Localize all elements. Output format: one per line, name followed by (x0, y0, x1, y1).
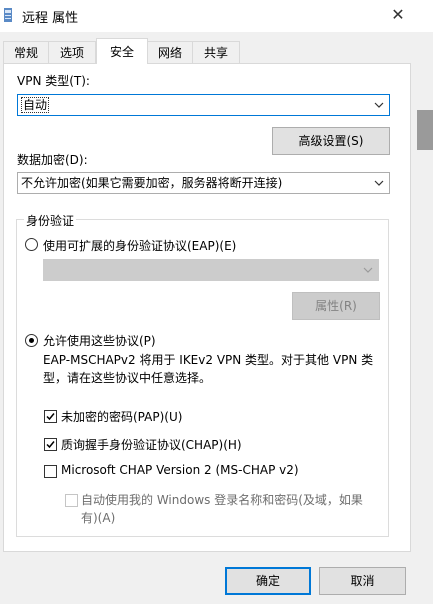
ok-button[interactable]: 确定 (225, 567, 311, 595)
allow-protocols-label[interactable]: 允许使用这些协议(P) (43, 332, 156, 349)
auto-logon-label: 自动使用我的 Windows 登录名称和密码(及域，如果有)(A) (81, 493, 363, 525)
eap-method-select (43, 259, 379, 281)
mschapv2-checkbox[interactable] (44, 465, 57, 478)
close-icon[interactable]: ✕ (388, 5, 408, 25)
tab-sharing[interactable]: 共享 (192, 41, 240, 63)
eap-radio-label[interactable]: 使用可扩展的身份验证协议(EAP)(E) (43, 237, 236, 254)
chap-checkbox[interactable] (44, 438, 57, 451)
protocols-description: EAP-MSCHAPv2 将用于 IKEv2 VPN 类型。对于其他 VPN 类… (43, 353, 374, 385)
checkmark-icon (46, 441, 55, 449)
tab-general[interactable]: 常规 (3, 41, 49, 63)
background-window-fragment (417, 110, 433, 150)
chap-label[interactable]: 质询握手身份验证协议(CHAP)(H) (61, 436, 242, 453)
network-connection-icon (4, 8, 12, 22)
encryption-label: 数据加密(D): (17, 153, 88, 167)
pap-checkbox[interactable] (44, 410, 57, 423)
pap-label[interactable]: 未加密的密码(PAP)(U) (61, 408, 182, 425)
encryption-select[interactable]: 不允许加密(如果它需要加密，服务器将断开连接) (17, 172, 390, 194)
tab-networking[interactable]: 网络 (147, 41, 193, 63)
chevron-down-icon (374, 102, 384, 108)
tab-security[interactable]: 安全 (96, 38, 148, 64)
authentication-group-title: 身份验证 (24, 212, 77, 229)
tab-options[interactable]: 选项 (48, 41, 96, 63)
auto-logon-checkbox (65, 494, 78, 507)
cancel-button[interactable]: 取消 (319, 567, 406, 595)
checkmark-icon (46, 413, 55, 421)
properties-button: 属性(R) (292, 292, 380, 320)
advanced-settings-button[interactable]: 高级设置(S) (272, 127, 390, 155)
vpn-type-label: VPN 类型(T): (17, 74, 90, 88)
vpn-type-value: 自动 (21, 97, 50, 113)
vpn-type-select[interactable]: 自动 (17, 94, 390, 116)
mschapv2-label[interactable]: Microsoft CHAP Version 2 (MS-CHAP v2) (61, 463, 299, 477)
encryption-value: 不允许加密(如果它需要加密，服务器将断开连接) (21, 176, 283, 190)
eap-radio[interactable] (25, 238, 38, 251)
chevron-down-icon (363, 267, 373, 273)
allow-protocols-radio[interactable] (25, 334, 38, 347)
chevron-down-icon (374, 180, 384, 186)
window-title: 远程 属性 (22, 11, 79, 26)
